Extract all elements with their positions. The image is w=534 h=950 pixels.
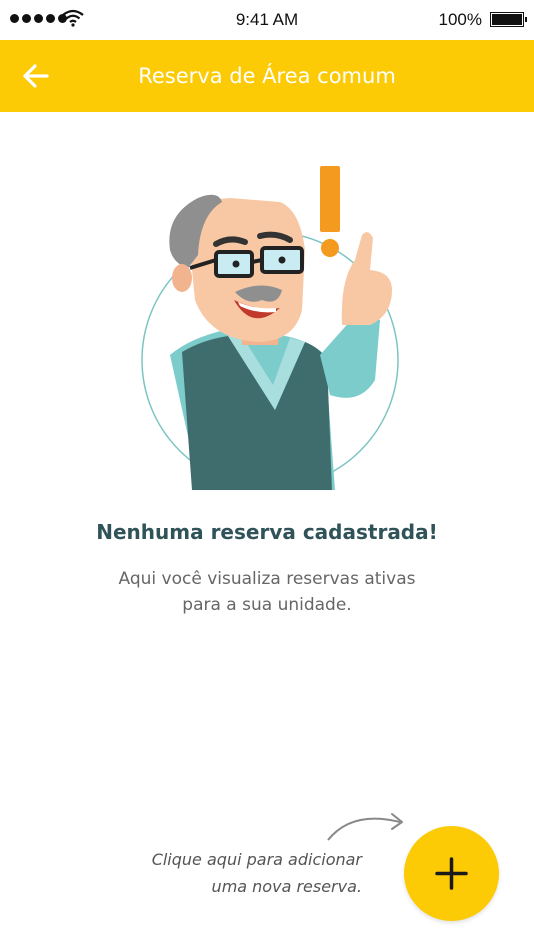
empty-state-description-line2: para a sua unidade.	[182, 595, 352, 615]
battery-icon	[490, 12, 527, 27]
plus-icon	[435, 857, 468, 890]
add-hint-line1: Clique aqui para adicionar	[151, 850, 362, 869]
status-bar: 9:41 AM 100%	[0, 0, 534, 40]
battery-percentage: 100%	[438, 10, 482, 29]
exclamation-icon	[320, 166, 340, 232]
add-reservation-button[interactable]	[404, 826, 499, 921]
empty-state-illustration	[141, 166, 399, 490]
app-header: Reserva de Área comum	[0, 40, 534, 112]
empty-state-title: Nenhuma reserva cadastrada!	[96, 520, 438, 544]
empty-state-description-line1: Aqui você visualiza reservas ativas	[118, 569, 416, 589]
page-title: Reserva de Área comum	[138, 64, 396, 88]
empty-state-description: Aqui você visualiza reservas ativas para…	[60, 566, 474, 618]
curved-arrow-icon	[327, 813, 403, 841]
add-hint: Clique aqui para adicionar uma nova rese…	[152, 846, 362, 900]
add-hint-line2: uma nova reserva.	[211, 877, 362, 896]
